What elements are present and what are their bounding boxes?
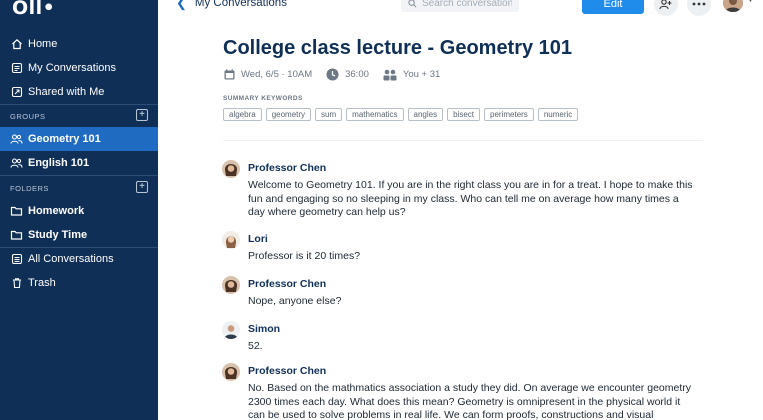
summary-keywords-label: SUMMARY KEYWORDS [223,95,303,102]
all-conversations-icon [10,253,23,266]
conversation-meta: Wed, 6/5 · 10AM 36:00 You + 31 [224,68,454,81]
user-avatar[interactable] [723,0,743,12]
folders-section-label: FOLDERS [10,184,49,193]
add-folder-button[interactable]: + [136,181,148,193]
speaker-avatar [222,276,240,294]
plus-icon: + [139,181,145,192]
sidebar-item-homework[interactable]: Homework [0,199,158,223]
sidebar-item-geometry-101[interactable]: Geometry 101 [0,127,158,151]
speaker-avatar [222,231,240,249]
speaker-avatar [222,160,240,178]
people-icon [383,69,397,80]
trash-icon [10,277,23,290]
speaker-avatar [222,363,240,381]
group-icon [10,157,23,170]
date-meta: Wed, 6/5 · 10AM [224,69,312,80]
shared-icon [10,86,23,99]
keyword-chip[interactable]: perimeters [484,108,534,121]
sidebar: Oll• Home My Conversations Shared with M… [0,0,158,420]
participants-meta[interactable]: You + 31 [383,69,440,81]
sidebar-item-label: Home [28,38,58,50]
sidebar-item-label: Shared with Me [28,86,105,98]
speaker-name[interactable]: Simon [248,323,280,335]
keyword-chip[interactable]: algebra [223,108,262,121]
folder-icon [10,205,23,218]
sidebar-item-label: All Conversations [28,253,114,265]
calendar-icon [224,69,235,80]
keyword-chip[interactable]: numeric [537,108,579,121]
search-icon [408,0,417,7]
speaker-avatar [222,321,240,339]
keyword-list: algebra geometry sum mathematics angles … [223,108,582,121]
chevron-down-icon[interactable]: ▼ [747,0,754,4]
keyword-chip[interactable]: sum [315,108,343,121]
app: Oll• Home My Conversations Shared with M… [0,0,763,420]
speaker-name[interactable]: Professor Chen [248,162,326,174]
sidebar-item-label: Geometry 101 [28,133,101,145]
divider [223,140,703,141]
duration-meta: 36:00 [326,68,369,81]
logo-text: Oll• [12,0,56,19]
add-group-button[interactable]: + [136,109,148,121]
groups-section-label: GROUPS [10,112,46,121]
sidebar-item-all-conversations[interactable]: All Conversations [0,247,158,271]
participants-text: You + 31 [402,69,441,80]
share-people-button[interactable] [654,0,678,16]
back-link[interactable]: ❮ My Conversations [176,0,287,11]
chevron-left-icon: ❮ [176,0,187,10]
sidebar-item-label: English 101 [28,157,90,169]
sidebar-divider [0,104,158,105]
keyword-chip[interactable]: bisect [447,108,481,121]
more-options-button[interactable] [687,0,711,16]
message-text: Nope, anyone else? [248,295,342,307]
message-text: Welcome to Geometry 101. If you are in t… [248,179,693,218]
date-text: Wed, 6/5 · 10AM [241,69,313,80]
group-icon [10,133,23,146]
sidebar-item-shared-with-me[interactable]: Shared with Me [0,80,158,104]
search-input[interactable] [422,0,512,9]
home-icon [10,38,23,51]
message-text: 52. [248,340,263,352]
folder-icon [10,229,23,242]
more-horizontal-icon [692,2,706,6]
edit-button[interactable]: Edit [582,0,644,14]
speaker-name[interactable]: Professor Chen [248,278,326,290]
search-box[interactable] [401,0,519,12]
sidebar-item-label: Study Time [28,229,88,241]
add-person-icon [659,0,672,10]
sidebar-item-label: Homework [28,205,85,217]
clock-icon [326,68,339,81]
sidebar-item-label: My Conversations [28,62,117,74]
keyword-chip[interactable]: angles [407,108,444,121]
sidebar-item-trash[interactable]: Trash [0,271,158,295]
keyword-chip[interactable]: mathematics [346,108,404,121]
otter-logo[interactable]: Oll• [12,0,55,20]
message-text: Professor is it 20 times? [248,250,361,262]
sidebar-item-english-101[interactable]: English 101 [0,151,158,175]
sidebar-item-study-time[interactable]: Study Time [0,223,158,247]
conversations-icon [10,62,23,75]
plus-icon: + [139,109,145,120]
sidebar-divider [0,175,158,176]
speaker-name[interactable]: Professor Chen [248,365,326,377]
speaker-name[interactable]: Lori [248,233,268,245]
duration-text: 36:00 [345,69,369,80]
main-content: ❮ My Conversations Edit ▼ College class … [158,0,763,420]
message-text: No. Based on the mathmatics association … [248,382,691,420]
sidebar-item-my-conversations[interactable]: My Conversations [0,56,158,80]
page-title: College class lecture - Geometry 101 [223,37,573,59]
sidebar-item-home[interactable]: Home [0,32,158,56]
back-link-label: My Conversations [194,0,287,9]
sidebar-item-label: Trash [28,277,56,289]
keyword-chip[interactable]: geometry [265,108,312,121]
